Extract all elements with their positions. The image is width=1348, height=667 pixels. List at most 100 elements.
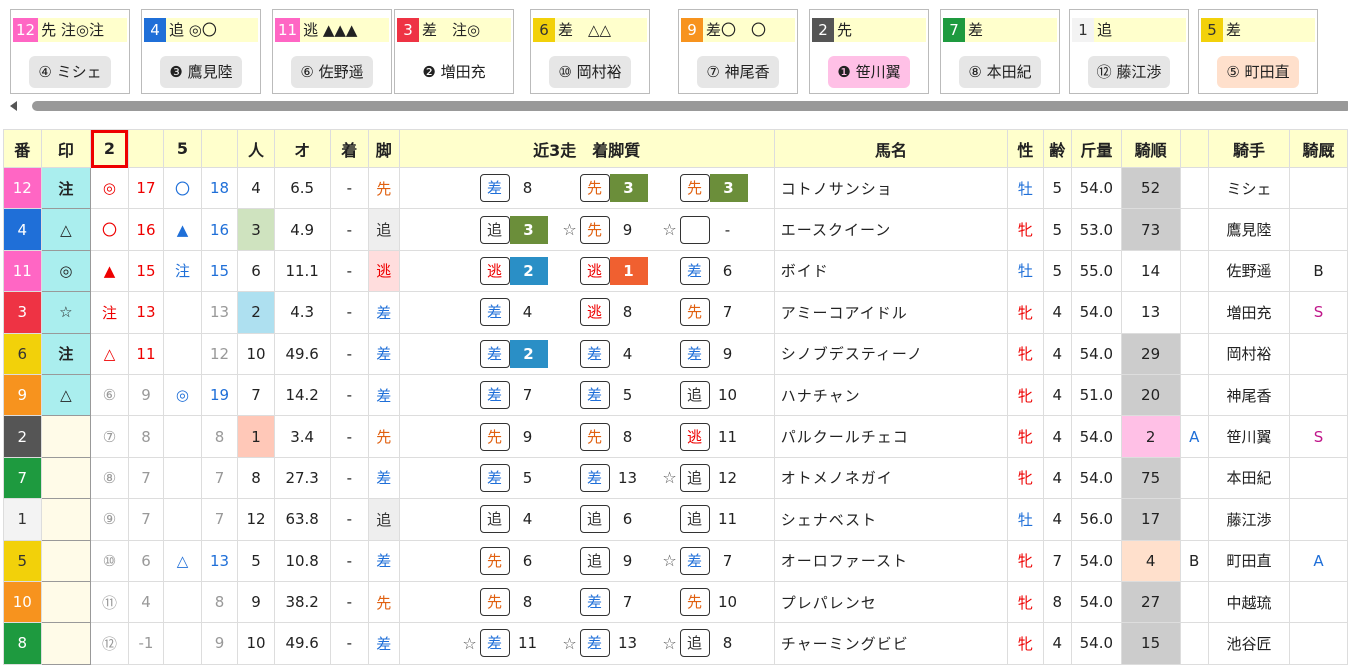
col-header-kijun[interactable]: 騎順 [1120,129,1181,168]
cell-horse-name[interactable]: コトノサンショ [773,166,1009,210]
col-header-5[interactable]: 5 [163,129,202,168]
scrollbar-thumb[interactable] [32,101,1348,111]
cell-jockey[interactable]: 中越琉 [1207,580,1291,624]
cell-chaku: - [329,498,370,541]
col-header-kinryo[interactable]: 斤量 [1070,129,1122,168]
cell-shirushi[interactable]: 注 [40,166,92,210]
col-header-chaku[interactable]: 着 [329,129,370,168]
cell-ninki: 8 [237,456,275,500]
cell-horse-name[interactable]: チャーミングビビ [773,622,1009,665]
table-row[interactable]: 8 ⑫ -1 9 10 49.6- 差 ☆ 差 11 ☆ 差 13 ☆ 追 8 チャーミングビビ牝 4 54.0 15… [3,622,1348,665]
cell-jockey[interactable]: ミシェ [1207,166,1291,210]
cell-shirushi[interactable] [40,415,92,458]
cell-horse-name[interactable]: パルクールチェコ [773,415,1009,458]
cell-jockey[interactable]: 鷹見陸 [1207,208,1291,251]
col-header-horse-name[interactable]: 馬名 [773,129,1009,168]
card-jockey-chip[interactable]: ❶ 笹川翼 [828,56,910,88]
cell-age: 8 [1042,580,1072,624]
col-header-odds[interactable]: オ [273,129,331,168]
card-jockey-chip[interactable]: ❷ 増田充 [413,56,495,88]
cell-shirushi[interactable]: △ [40,373,92,417]
cell-shirushi[interactable]: ☆ [40,291,92,334]
col-header-sex[interactable]: 性 [1007,129,1044,168]
cell-kinryo: 56.0 [1070,498,1122,541]
table-row[interactable]: 2 ⑦ 8 8 1 3.4- 先先 9 先 8 逃 11 パルクールチェコ牝 4 54.0 2 A 笹川翼 S [3,415,1348,458]
recent-running-style-badge: 先 [579,422,610,451]
table-row[interactable]: 4 △ 〇 16 ▲ 16 3 4.9- 追追 3 ☆ 先 9 ☆ - エースクイーン牝 5 53.0 73 鷹見陸 [3,208,1348,251]
recent-finish-position: 2 [509,256,548,285]
cell-sex: 牝 [1007,456,1044,500]
cell-jockey[interactable]: 笹川翼 [1207,415,1291,458]
cell-horse-name[interactable]: オトメノネガイ [773,456,1009,500]
table-row[interactable]: 9 △ ⑥ 9 ◎ 19 7 14.2- 差差 7 差 5 追 10 ハナチャン牝 4 51.0 20 神尾香 [3,373,1348,417]
prediction-card[interactable]: 1追 ⑫ 藤江渉 [1069,9,1189,94]
cell-shirushi[interactable] [40,622,92,665]
table-row[interactable]: 7 ⑧ 7 7 8 27.3- 差差 5 差 13 ☆ 追 12 オトメノネガイ牝 4 54.0 75 本田紀 [3,456,1348,500]
col-header-shirushi[interactable]: 印 [40,129,92,168]
cell-horse-name[interactable]: シノブデスティーノ [773,332,1009,375]
card-jockey-chip[interactable]: ⑫ 藤江渉 [1087,56,1171,88]
col-header-kyaku[interactable]: 脚 [368,129,400,168]
prediction-card[interactable]: 6差 △△ ⑩ 岡村裕 [530,9,650,94]
recent-running-style-badge: 差 [479,629,510,658]
card-jockey-chip[interactable]: ④ ミシェ [29,56,111,88]
cell-shirushi[interactable] [40,456,92,500]
cell-horse-name[interactable]: アミーコアイドル [773,291,1009,334]
col-header-kiu[interactable]: 騎厩 [1289,129,1348,168]
cell-jockey[interactable]: 町田直 [1207,539,1291,582]
cell-jockey[interactable]: 藤江渉 [1207,498,1291,541]
card-jockey-chip[interactable]: ⑥ 佐野遥 [291,56,373,88]
card-jockey-chip[interactable]: ⑤ 町田直 [1217,56,1299,88]
prediction-card[interactable]: 5差 ⑤ 町田直 [1198,9,1318,94]
scroll-left-arrow-icon[interactable] [10,101,17,111]
table-row[interactable]: 6 注 △ 11 12 10 49.6- 差差 2 差 4 差 9 シノブデスティーノ牝 4 54.0 29 岡村… [3,332,1348,375]
table-row[interactable]: 3 ☆ 注 13 13 2 4.3- 差差 4 逃 8 先 7 アミーコアイドル牝 4 54.0 13 増田充 S [3,291,1348,334]
horizontal-scrollbar[interactable] [10,98,1348,114]
prediction-card[interactable]: 7差 ⑧ 本田紀 [940,9,1060,94]
prediction-card[interactable]: 9 差〇 〇 ⑦ 神尾香 [678,9,798,94]
cell-jockey[interactable]: 佐野遥 [1207,249,1291,293]
cell-mark-5 [163,332,202,375]
col-header-2[interactable]: 2 [90,129,129,168]
cell-jockey[interactable]: 本田紀 [1207,456,1291,500]
cell-jockey[interactable]: 岡村裕 [1207,332,1291,375]
cell-horse-name[interactable]: ハナチャン [773,373,1009,417]
prediction-card[interactable]: 3差 注◎ ❷ 増田充 [394,9,514,94]
cell-horse-name[interactable]: エースクイーン [773,208,1009,251]
col-header-age[interactable]: 齢 [1042,129,1072,168]
col-header-ban[interactable]: 番 [3,129,42,168]
cell-horse-name[interactable]: プレパレンセ [773,580,1009,624]
prediction-card[interactable]: 2先 ❶ 笹川翼 [809,9,929,94]
cell-mark-5 [163,498,202,541]
cell-horse-name[interactable]: オーロファースト [773,539,1009,582]
prediction-card[interactable]: 4追 ◎〇 ❸ 鷹見陸 [141,9,261,94]
cell-shirushi[interactable] [40,580,92,624]
table-row[interactable]: 5 ⑩ 6 △ 13 5 10.8- 差先 6 追 9 ☆ 差 7 オーロファースト牝 7 54.0 4 B 町田直 A [3,539,1348,582]
card-jockey-chip[interactable]: ❸ 鷹見陸 [160,56,242,88]
col-header-jockey[interactable]: 騎手 [1207,129,1291,168]
cell-shirushi[interactable] [40,539,92,582]
card-jockey-chip[interactable]: ⑩ 岡村裕 [549,56,631,88]
cell-jockey[interactable]: 池谷匠 [1207,622,1291,665]
card-jockey-chip[interactable]: ⑦ 神尾香 [697,56,779,88]
cell-horse-name[interactable]: ボイド [773,249,1009,293]
card-header: 5差 [1201,18,1315,42]
table-row[interactable]: 10 ⑪ 4 8 9 38.2- 先先 8 差 7 先 10 プレパレンセ牝 8 54.0 27 中越琉 [3,580,1348,624]
cell-shirushi[interactable]: 注 [40,332,92,375]
cell-shirushi[interactable]: △ [40,208,92,251]
cell-sex: 牡 [1007,498,1044,541]
table-row[interactable]: 1 ⑨ 7 7 12 63.8- 追追 4 追 6 追 11 シェナベスト牡 4 56.0 17 藤江渉 [3,498,1348,541]
cell-jockey[interactable]: 神尾香 [1207,373,1291,417]
prediction-card[interactable]: 11 逃 ▲▲▲ ⑥ 佐野遥 [272,9,392,94]
cell-shirushi[interactable]: ◎ [40,249,92,293]
col-header-ninki[interactable]: 人 [237,129,275,168]
cell-horse-name[interactable]: シェナベスト [773,498,1009,541]
cell-chaku: - [329,622,370,665]
prediction-card[interactable]: 12 先 注◎注 ④ ミシェ [10,9,130,94]
cell-kinryo: 53.0 [1070,208,1122,251]
cell-shirushi[interactable] [40,498,92,541]
table-row[interactable]: 12 注 ◎ 17 〇 18 4 6.5- 先差 8 先 3 先 3 コトノサンショ牡 5 54.0 52 ミシェ [3,166,1348,210]
table-row[interactable]: 11 ◎ ▲ 15 注 15 6 11.1- 逃逃 2 逃 1 差 6 ボイド牡 5 55.0 14 佐野遥 B [3,249,1348,293]
card-jockey-chip[interactable]: ⑧ 本田紀 [959,56,1041,88]
cell-jockey[interactable]: 増田充 [1207,291,1291,334]
